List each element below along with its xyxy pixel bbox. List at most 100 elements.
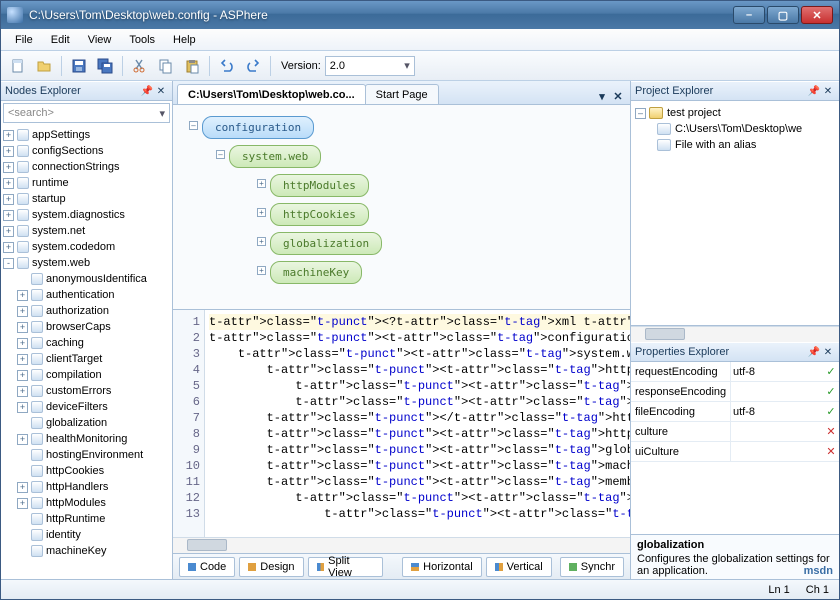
tree-node[interactable]: +system.codedom — [3, 239, 170, 255]
close-icon[interactable]: ✕ — [821, 345, 835, 359]
tree-toggle[interactable]: + — [17, 370, 28, 381]
designer-toggle[interactable]: + — [257, 237, 266, 246]
horizontal-scrollbar[interactable] — [173, 537, 630, 553]
view-tab-design[interactable]: Design — [239, 557, 303, 577]
copy-icon[interactable] — [155, 55, 177, 77]
minimize-button[interactable]: – — [733, 6, 765, 24]
tree-node[interactable]: hostingEnvironment — [17, 447, 170, 463]
tree-toggle[interactable]: + — [3, 210, 14, 221]
property-input[interactable] — [731, 383, 823, 401]
tree-node[interactable]: +browserCaps — [17, 319, 170, 335]
code-body[interactable]: t-attr">class="t-punct"><?t-attr">class=… — [205, 310, 630, 537]
code-line[interactable]: t-attr">class="t-punct"><t-attr">class="… — [209, 330, 630, 346]
code-line[interactable]: t-attr">class="t-punct"></t-attr">class=… — [209, 410, 630, 426]
paste-icon[interactable] — [181, 55, 203, 77]
close-button[interactable]: ✕ — [801, 6, 833, 24]
tree-toggle[interactable]: – — [635, 108, 646, 119]
designer-toggle[interactable]: + — [257, 266, 266, 275]
maximize-button[interactable]: ▢ — [767, 6, 799, 24]
code-line[interactable]: t-attr">class="t-punct"><t-attr">class="… — [209, 458, 630, 474]
tree-toggle[interactable]: + — [17, 338, 28, 349]
tree-toggle[interactable]: + — [17, 354, 28, 365]
scrollbar-thumb[interactable] — [645, 328, 685, 340]
code-line[interactable]: t-attr">class="t-punct"><t-attr">class="… — [209, 346, 630, 362]
project-item[interactable]: C:\Users\Tom\Desktop\we — [635, 121, 835, 137]
tree-node[interactable]: +configSections — [3, 143, 170, 159]
tree-toggle[interactable]: + — [3, 242, 14, 253]
tree-node[interactable]: +httpHandlers — [17, 479, 170, 495]
tree-node[interactable]: machineKey — [17, 543, 170, 559]
scrollbar-thumb[interactable] — [187, 539, 227, 551]
search-input[interactable]: <search> ▾ — [3, 103, 170, 123]
tree-node[interactable]: httpCookies — [17, 463, 170, 479]
tree-toggle[interactable]: + — [3, 178, 14, 189]
tree-node[interactable]: -system.web — [3, 255, 170, 271]
tree-toggle[interactable]: + — [17, 402, 28, 413]
designer-node-systemweb[interactable]: system.web — [229, 145, 321, 168]
nodes-tree[interactable]: +appSettings+configSections+connectionSt… — [1, 125, 172, 579]
property-input[interactable] — [731, 423, 823, 441]
tree-toggle[interactable]: + — [3, 162, 14, 173]
tree-toggle[interactable]: + — [17, 482, 28, 493]
tree-node[interactable]: +caching — [17, 335, 170, 351]
designer-node[interactable]: machineKey — [270, 261, 362, 284]
view-tab-sync[interactable]: Synchr — [560, 557, 624, 577]
msdn-link[interactable]: msdn — [804, 565, 833, 577]
designer-toggle[interactable]: – — [216, 150, 225, 159]
close-icon[interactable]: ✕ — [154, 84, 168, 98]
designer-view[interactable]: – configuration – system.web +httpModule… — [173, 105, 630, 310]
tree-node[interactable]: httpRuntime — [17, 511, 170, 527]
cut-icon[interactable] — [129, 55, 151, 77]
tree-node[interactable]: +httpModules — [17, 495, 170, 511]
document-tab[interactable]: Start Page — [365, 84, 439, 104]
horizontal-scrollbar[interactable] — [631, 326, 839, 342]
pin-icon[interactable]: 📌 — [807, 84, 821, 98]
code-line[interactable]: t-attr">class="t-punct"><t-attr">class="… — [209, 426, 630, 442]
code-editor[interactable]: 12345678910111213 t-attr">class="t-punct… — [173, 310, 630, 537]
tree-toggle[interactable]: + — [17, 322, 28, 333]
code-line[interactable]: t-attr">class="t-punct"><t-attr">class="… — [209, 474, 630, 490]
property-input[interactable] — [731, 443, 823, 461]
tree-node[interactable]: identity — [17, 527, 170, 543]
code-line[interactable]: t-attr">class="t-punct"><?t-attr">class=… — [209, 314, 630, 330]
redo-icon[interactable] — [242, 55, 264, 77]
tree-node[interactable]: anonymousIdentifica — [17, 271, 170, 287]
tree-node[interactable]: +healthMonitoring — [17, 431, 170, 447]
save-icon[interactable] — [68, 55, 90, 77]
tree-node[interactable]: +compilation — [17, 367, 170, 383]
undo-icon[interactable] — [216, 55, 238, 77]
tree-node[interactable]: +connectionStrings — [3, 159, 170, 175]
menu-edit[interactable]: Edit — [43, 32, 78, 48]
project-root[interactable]: – test project — [635, 105, 835, 121]
project-tree[interactable]: – test project C:\Users\Tom\Desktop\we F… — [631, 101, 839, 326]
tab-close-icon[interactable]: ✕ — [610, 88, 626, 104]
designer-node[interactable]: httpCookies — [270, 203, 369, 226]
code-line[interactable]: t-attr">class="t-punct"><t-attr">class="… — [209, 378, 630, 394]
tree-toggle[interactable]: + — [17, 306, 28, 317]
tree-toggle[interactable]: + — [17, 498, 28, 509]
property-input[interactable] — [731, 403, 823, 421]
property-input[interactable] — [731, 363, 823, 381]
tab-dropdown-icon[interactable]: ▾ — [594, 88, 610, 104]
tree-toggle[interactable]: + — [3, 130, 14, 141]
new-file-icon[interactable] — [7, 55, 29, 77]
code-line[interactable]: t-attr">class="t-punct"><t-attr">class="… — [209, 394, 630, 410]
pin-icon[interactable]: 📌 — [140, 84, 154, 98]
tree-toggle[interactable]: + — [17, 434, 28, 445]
code-line[interactable]: t-attr">class="t-punct"><t-attr">class="… — [209, 442, 630, 458]
menu-tools[interactable]: Tools — [121, 32, 163, 48]
tree-node[interactable]: +clientTarget — [17, 351, 170, 367]
view-tab-horizontal[interactable]: Horizontal — [402, 557, 482, 577]
tree-node[interactable]: +authorization — [17, 303, 170, 319]
tree-toggle[interactable]: + — [3, 194, 14, 205]
tree-node[interactable]: +runtime — [3, 175, 170, 191]
tree-node[interactable]: +deviceFilters — [17, 399, 170, 415]
tree-node[interactable]: +authentication — [17, 287, 170, 303]
close-icon[interactable]: ✕ — [821, 84, 835, 98]
tree-node[interactable]: +system.diagnostics — [3, 207, 170, 223]
tree-node[interactable]: +system.net — [3, 223, 170, 239]
designer-toggle[interactable]: + — [257, 179, 266, 188]
view-tab-code[interactable]: Code — [179, 557, 235, 577]
tree-toggle[interactable]: + — [17, 386, 28, 397]
tree-node[interactable]: +startup — [3, 191, 170, 207]
